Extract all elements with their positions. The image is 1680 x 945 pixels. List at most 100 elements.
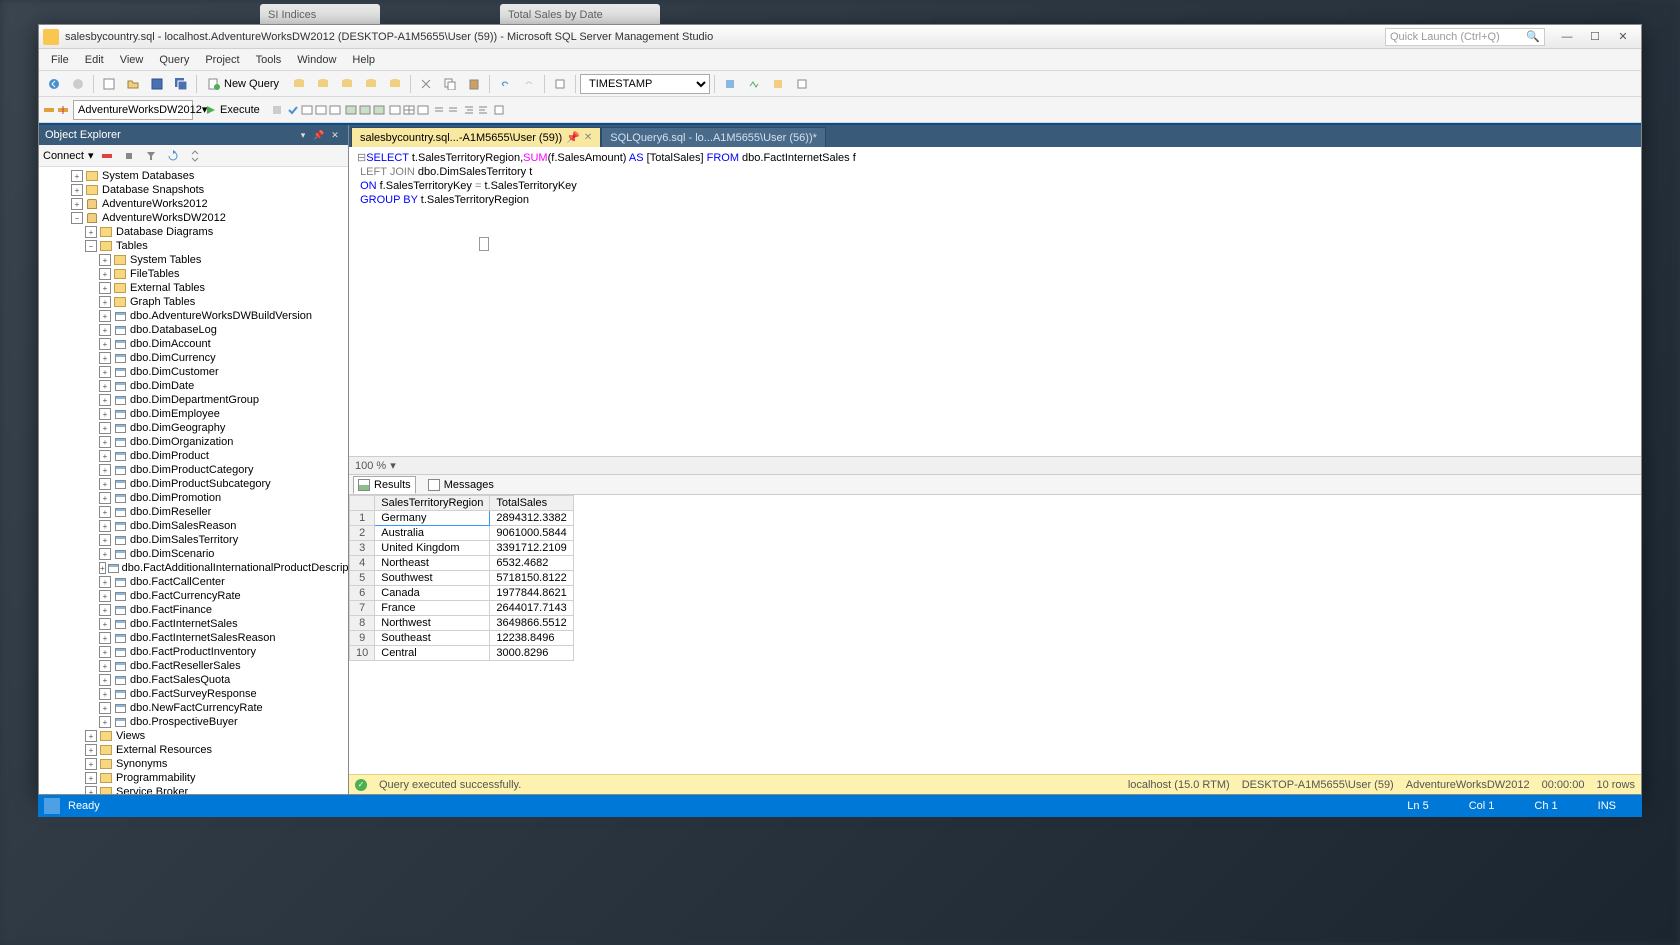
cell[interactable]: Canada [375,586,490,601]
oe-disconnect-button[interactable] [98,147,116,165]
oe-stop-button[interactable] [120,147,138,165]
tree-database-diagrams[interactable]: +Database Diagrams [39,225,348,239]
cell[interactable]: Northeast [375,556,490,571]
back-button[interactable] [43,73,65,95]
table-row[interactable]: 10Central3000.8296 [350,646,574,661]
row-number[interactable]: 3 [350,541,375,556]
table-row[interactable]: 8Northwest3649866.5512 [350,616,574,631]
expand-toggle[interactable]: + [99,646,111,658]
tree-table-dbo-adventureworksdwbuildversion[interactable]: +dbo.AdventureWorksDWBuildVersion [39,309,348,323]
row-number[interactable]: 5 [350,571,375,586]
expand-toggle[interactable]: + [85,772,97,784]
oe-sync-button[interactable] [186,147,204,165]
expand-toggle[interactable]: + [99,380,111,392]
cut-button[interactable] [415,73,437,95]
tree-adventureworks2012[interactable]: +AdventureWorks2012 [39,197,348,211]
tree-adventureworksdw2012[interactable]: −AdventureWorksDW2012 [39,211,348,225]
tree-table-dbo-dimproductsubcategory[interactable]: +dbo.DimProductSubcategory [39,477,348,491]
query-options-button[interactable] [315,104,327,116]
menu-project[interactable]: Project [197,52,247,68]
tree-graph-tables[interactable]: +Graph Tables [39,295,348,309]
cell[interactable]: 2644017.7143 [490,601,573,616]
change-connection-button[interactable] [57,104,69,116]
tree-table-dbo-dimdate[interactable]: +dbo.DimDate [39,379,348,393]
expand-toggle[interactable]: + [99,632,111,644]
maximize-button[interactable]: ☐ [1581,27,1609,47]
tree-table-dbo-prospectivebuyer[interactable]: +dbo.ProspectiveBuyer [39,715,348,729]
cell[interactable]: Central [375,646,490,661]
indent-button[interactable] [463,104,475,116]
expand-toggle[interactable]: − [71,212,83,224]
expand-toggle[interactable]: + [99,450,111,462]
tree-external-resources[interactable]: +External Resources [39,743,348,757]
row-number[interactable]: 4 [350,556,375,571]
db-query-2-button[interactable] [312,73,334,95]
table-row[interactable]: 9Southeast12238.8496 [350,631,574,646]
options-button[interactable] [791,73,813,95]
table-row[interactable]: 2Australia9061000.5844 [350,526,574,541]
db-query-5-button[interactable] [384,73,406,95]
expand-toggle[interactable]: + [99,548,111,560]
registered-servers-button[interactable] [719,73,741,95]
column-header[interactable]: TotalSales [490,496,573,511]
row-number[interactable]: 9 [350,631,375,646]
type-dropdown[interactable]: TIMESTAMP [580,74,710,94]
expand-toggle[interactable]: + [99,310,111,322]
include-plan-button[interactable] [345,104,357,116]
expand-toggle[interactable]: + [99,520,111,532]
cell[interactable]: 3000.8296 [490,646,573,661]
specify-values-button[interactable] [493,104,505,116]
expand-toggle[interactable]: + [85,786,97,794]
expand-toggle[interactable]: + [99,464,111,476]
zoom-value[interactable]: 100 % [355,460,386,472]
connect-button[interactable] [43,104,55,116]
save-all-button[interactable] [170,73,192,95]
results-file-button[interactable] [417,104,429,116]
cell[interactable]: Australia [375,526,490,541]
execute-button[interactable]: Execute [197,99,269,121]
row-number[interactable]: 1 [350,511,375,526]
parse-button[interactable] [287,104,299,116]
tree-table-dbo-databaselog[interactable]: +dbo.DatabaseLog [39,323,348,337]
menu-tools[interactable]: Tools [248,52,290,68]
expand-toggle[interactable]: + [99,268,111,280]
tree-table-dbo-dimpromotion[interactable]: +dbo.DimPromotion [39,491,348,505]
intellisense-button[interactable] [329,104,341,116]
cell[interactable]: 6532.4682 [490,556,573,571]
cell[interactable]: United Kingdom [375,541,490,556]
expand-toggle[interactable]: + [99,660,111,672]
row-header-corner[interactable] [350,496,375,511]
expand-toggle[interactable]: + [99,604,111,616]
menu-window[interactable]: Window [289,52,344,68]
cell[interactable]: 5718150.8122 [490,571,573,586]
results-text-button[interactable] [389,104,401,116]
expand-toggle[interactable]: − [85,240,97,252]
expand-toggle[interactable]: + [85,730,97,742]
save-button[interactable] [146,73,168,95]
tree-table-dbo-factproductinventory[interactable]: +dbo.FactProductInventory [39,645,348,659]
tree-table-dbo-factsalesquota[interactable]: +dbo.FactSalesQuota [39,673,348,687]
tree-external-tables[interactable]: +External Tables [39,281,348,295]
oe-refresh-button[interactable] [164,147,182,165]
expand-toggle[interactable]: + [99,436,111,448]
tree-table-dbo-factadditionalinternationalproductdescription[interactable]: +dbo.FactAdditionalInternationalProductD… [39,561,348,575]
expand-toggle[interactable]: + [99,688,111,700]
menu-help[interactable]: Help [344,52,383,68]
cell[interactable]: 3649866.5512 [490,616,573,631]
column-header[interactable]: SalesTerritoryRegion [375,496,490,511]
cell[interactable]: 1977844.8621 [490,586,573,601]
tree-table-dbo-factcurrencyrate[interactable]: +dbo.FactCurrencyRate [39,589,348,603]
menu-query[interactable]: Query [151,52,197,68]
tree-table-dbo-dimsalesreason[interactable]: +dbo.DimSalesReason [39,519,348,533]
expand-toggle[interactable]: + [99,324,111,336]
tree-table-dbo-dimcustomer[interactable]: +dbo.DimCustomer [39,365,348,379]
tree-system-databases[interactable]: +System Databases [39,169,348,183]
results-tab[interactable]: Results [353,476,416,494]
cell[interactable]: Northwest [375,616,490,631]
estimated-plan-button[interactable] [301,104,313,116]
table-row[interactable]: 1Germany2894312.3382 [350,511,574,526]
oe-filter-button[interactable] [142,147,160,165]
tab-salesbycountry[interactable]: salesbycountry.sql...-A1M5655\User (59))… [351,127,601,147]
new-project-button[interactable] [98,73,120,95]
connect-dropdown-icon[interactable]: ▾ [88,149,94,162]
